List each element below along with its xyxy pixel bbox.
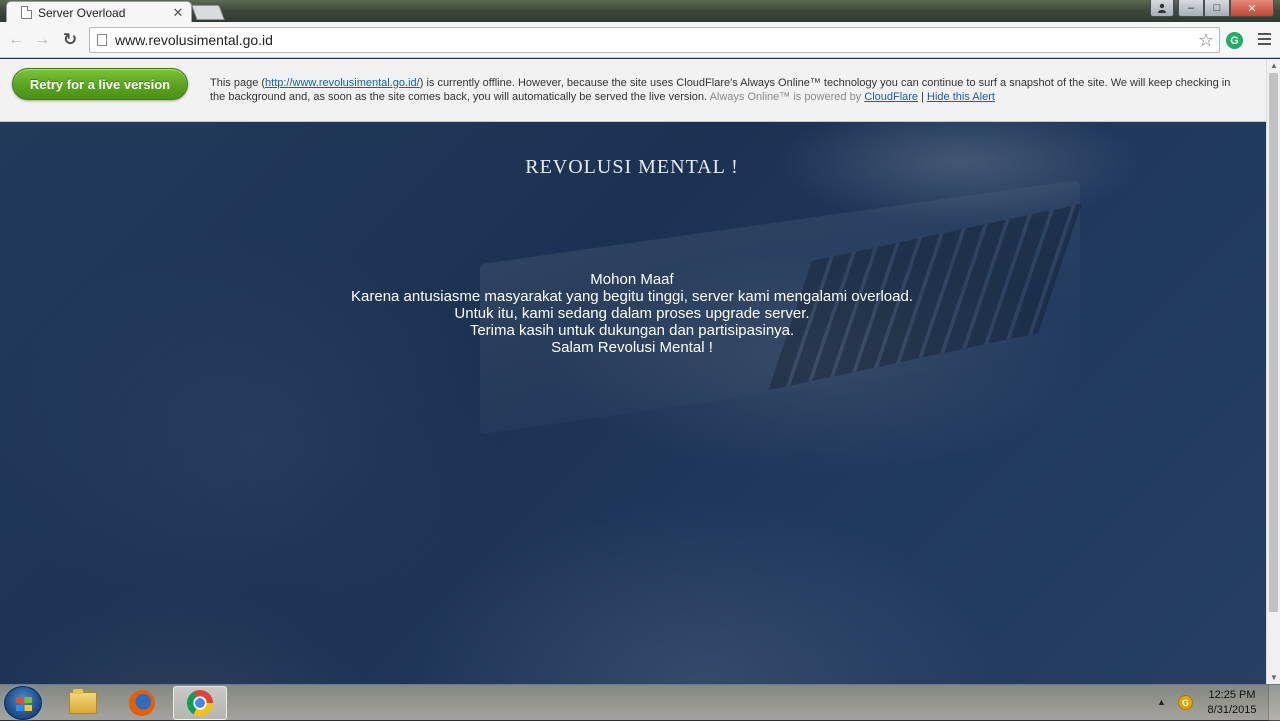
show-hidden-icons-arrow[interactable]: ▲	[1157, 697, 1166, 707]
bookmark-star-icon[interactable]: ☆	[1193, 30, 1219, 51]
page-content: REVOLUSI MENTAL ! Mohon Maaf Karena antu…	[0, 122, 1266, 684]
firefox-icon	[129, 690, 155, 716]
chrome-icon	[187, 690, 213, 716]
tray-app-icon[interactable]: G	[1178, 695, 1193, 710]
link-separator: |	[921, 91, 924, 103]
browser-tab-strip: Server Overload ✕ – □ ✕	[0, 0, 1280, 23]
vertical-scrollbar[interactable]: ▲ ▼	[1266, 59, 1280, 684]
message-line: Mohon Maaf	[590, 271, 674, 288]
clock-time: 12:25 PM	[1208, 689, 1256, 701]
offline-page-link[interactable]: http://www.revolusimental.go.id/	[265, 77, 420, 89]
tab-close-icon[interactable]: ✕	[171, 5, 185, 21]
taskbar-chrome-active[interactable]	[173, 686, 227, 720]
page-icon	[21, 6, 32, 19]
window-controls: – □ ✕	[1150, 0, 1274, 17]
scrollbar-thumb[interactable]	[1269, 73, 1278, 612]
back-arrow-icon[interactable]: ←	[7, 31, 25, 49]
grammarly-extension-icon[interactable]: G	[1226, 32, 1243, 49]
address-bar[interactable]: www.revolusimental.go.id ☆	[89, 27, 1220, 53]
folder-icon	[69, 689, 97, 714]
message-line: Terima kasih untuk dukungan dan partisip…	[469, 322, 795, 339]
minimize-button[interactable]: –	[1178, 0, 1204, 17]
close-window-button[interactable]: ✕	[1230, 0, 1274, 17]
hide-alert-link[interactable]: Hide this Alert	[927, 91, 995, 103]
forward-arrow-icon[interactable]: →	[33, 31, 51, 49]
show-desktop-button[interactable]	[1268, 685, 1280, 721]
user-profile-icon[interactable]	[1150, 0, 1174, 17]
scroll-up-arrow-icon[interactable]: ▲	[1270, 61, 1278, 70]
tab-title: Server Overload	[38, 5, 126, 20]
taskbar-firefox[interactable]	[115, 686, 169, 720]
clock-date: 8/31/2015	[1207, 704, 1257, 716]
cloudflare-link[interactable]: CloudFlare	[864, 91, 918, 103]
powered-by-text: Always Online™ is powered by	[709, 91, 862, 103]
windows-taskbar: ▲ G 12:25 PM 8/31/2015	[0, 684, 1280, 721]
taskbar-windows-explorer[interactable]	[56, 686, 110, 720]
tab-server-overload[interactable]: Server Overload ✕	[6, 1, 192, 23]
scroll-down-arrow-icon[interactable]: ▼	[1270, 673, 1278, 682]
address-url[interactable]: www.revolusimental.go.id	[115, 32, 1193, 48]
message-line: Karena antusiasme masyarakat yang begitu…	[351, 288, 913, 305]
browser-toolbar: ← → ↻ www.revolusimental.go.id ☆ G	[0, 22, 1280, 58]
maximize-button[interactable]: □	[1204, 0, 1230, 17]
page-icon	[97, 34, 107, 46]
cloudflare-always-online-banner: Retry for a live version This page (http…	[0, 59, 1266, 122]
site-title: REVOLUSI MENTAL !	[525, 156, 739, 178]
cloudflare-notice-text: This page (http://www.revolusimental.go.…	[210, 77, 1231, 103]
system-clock[interactable]: 12:25 PM 8/31/2015	[1200, 688, 1264, 718]
overload-message: Mohon Maaf Karena antusiasme masyarakat …	[0, 271, 1264, 356]
reload-icon[interactable]: ↻	[61, 30, 79, 49]
windows-start-button[interactable]	[4, 686, 42, 720]
chrome-menu-icon[interactable]	[1258, 33, 1271, 45]
retry-live-version-button[interactable]: Retry for a live version	[12, 68, 188, 100]
message-line: Untuk itu, kami sedang dalam proses upgr…	[454, 305, 810, 322]
message-line: Salam Revolusi Mental !	[551, 339, 713, 356]
new-tab-button[interactable]	[191, 5, 225, 20]
